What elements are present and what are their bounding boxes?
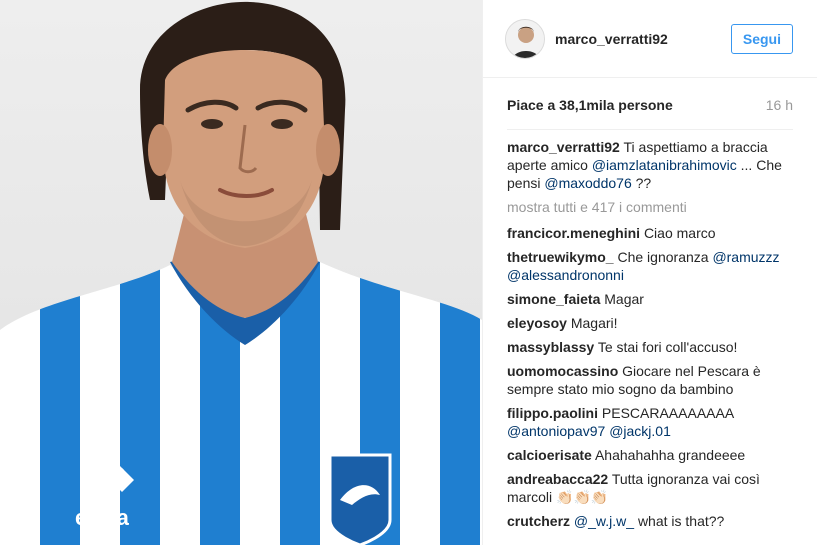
caption-mention[interactable]: @maxoddo76: [544, 175, 631, 191]
caption-username[interactable]: marco_verratti92: [507, 139, 620, 155]
comment-username[interactable]: thetruewikymo_: [507, 249, 614, 265]
comment-username[interactable]: uomomocassino: [507, 363, 618, 379]
comment-text: Magari!: [570, 315, 618, 331]
comment-mention[interactable]: @_w.j.w_: [574, 513, 634, 529]
comment-text: Te stai fori coll'accuso!: [597, 339, 738, 355]
comment-username[interactable]: filippo.paolini: [507, 405, 598, 421]
comment: thetruewikymo_ Che ignoranza @ramuzzz @a…: [507, 248, 793, 284]
player-photo: errea: [0, 1, 482, 545]
comment: crutcherz @_w.j.w_ what is that??: [507, 512, 793, 530]
comment-text: Ahahahahha grandeeee: [594, 447, 746, 463]
comment: francicor.meneghini Ciao marco: [507, 224, 793, 242]
comment: filippo.paolini PESCARAAAAAAAA @antoniop…: [507, 404, 793, 440]
comment-username[interactable]: andreabacca22: [507, 471, 608, 487]
left-ear: [148, 124, 172, 176]
face: [163, 50, 325, 248]
comment-username[interactable]: calcioerisate: [507, 447, 592, 463]
club-crest: [328, 453, 392, 545]
comment-username[interactable]: crutcherz: [507, 513, 570, 529]
comment-mention[interactable]: @jackj.01: [609, 423, 671, 439]
comment-username[interactable]: francicor.meneghini: [507, 225, 640, 241]
comment: massyblassy Te stai fori coll'accuso!: [507, 338, 793, 356]
comment-text: Che ignoranza: [617, 249, 709, 265]
right-ear: [316, 124, 340, 176]
comment-mention[interactable]: @ramuzzz: [712, 249, 779, 265]
comment-text: PESCARAAAAAAAA: [601, 405, 734, 421]
comment-username[interactable]: simone_faieta: [507, 291, 600, 307]
likes-row: Piace a 38,1mila persone 16 h: [483, 95, 817, 115]
comment-mention[interactable]: @alessandrononni: [507, 267, 624, 283]
comment-text: Ciao marco: [643, 225, 716, 241]
comment-username[interactable]: massyblassy: [507, 339, 594, 355]
left-eye: [201, 119, 223, 129]
post-details-panel: marco_verratti92 Segui Piace a 38,1mila …: [482, 0, 817, 545]
comment: eleyosoy Magari!: [507, 314, 793, 332]
post-photo[interactable]: errea: [0, 0, 482, 545]
caption: marco_verratti92 Ti aspettiamo a braccia…: [507, 138, 793, 192]
post-username[interactable]: marco_verratti92: [555, 31, 731, 47]
follow-button[interactable]: Segui: [730, 23, 793, 54]
avatar[interactable]: [505, 18, 545, 59]
jersey-brand-text: errea: [75, 505, 130, 530]
post-timestamp[interactable]: 16 h: [766, 97, 793, 113]
comment: calcioerisate Ahahahahha grandeeee: [507, 446, 793, 464]
likes-count[interactable]: Piace a 38,1mila persone: [507, 97, 673, 113]
caption-text: ??: [635, 175, 652, 191]
caption-mention[interactable]: @iamzlatanibrahimovic: [592, 157, 737, 173]
comment-text: what is that??: [637, 513, 725, 529]
avatar-image: [506, 19, 544, 58]
comment: simone_faieta Magar: [507, 290, 793, 308]
post-header: marco_verratti92 Segui: [483, 0, 817, 78]
show-all-comments-link[interactable]: mostra tutti e 417 i commenti: [507, 198, 793, 216]
comments-list: marco_verratti92 Ti aspettiamo a braccia…: [483, 130, 817, 530]
comment: andreabacca22 Tutta ignoranza vai così m…: [507, 470, 793, 506]
comment: uomomocassino Giocare nel Pescara è semp…: [507, 362, 793, 398]
clapping-emoji-icon: 👏🏻👏🏻👏🏻: [556, 489, 609, 505]
comment-text: Magar: [604, 291, 644, 307]
comment-username[interactable]: eleyosoy: [507, 315, 567, 331]
comment-mention[interactable]: @antoniopav97: [507, 423, 605, 439]
right-eye: [271, 119, 293, 129]
